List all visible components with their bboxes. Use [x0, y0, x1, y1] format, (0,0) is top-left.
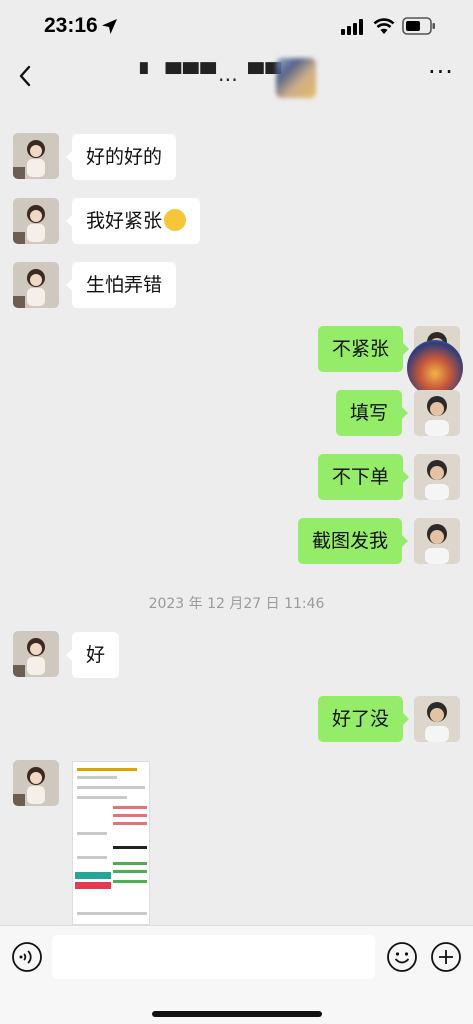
user-avatar[interactable]	[414, 518, 460, 564]
message-text: 不下单	[332, 466, 390, 488]
plus-icon[interactable]	[430, 941, 462, 973]
message-bubble[interactable]: 不下单	[318, 454, 410, 500]
message-text: 好	[86, 644, 106, 666]
contact-avatar[interactable]	[13, 760, 59, 806]
message-timestamp: 2023 年 12 月27 日 11:46	[148, 596, 325, 612]
message-bubble[interactable]: 好的好的	[65, 134, 177, 180]
user-avatar[interactable]	[414, 390, 460, 436]
contact-avatar[interactable]	[13, 133, 59, 179]
chat-title-text: ▘ ▀▀▀… ▀▀	[140, 62, 283, 86]
status-time: 23:16	[44, 14, 98, 37]
message-text: 截图发我	[312, 530, 389, 552]
message-text: 填写	[350, 402, 389, 424]
message-bubble[interactable]: 不紧张	[318, 326, 410, 372]
chat-input-bar	[0, 925, 473, 1024]
user-avatar[interactable]	[414, 454, 460, 500]
message-bubble[interactable]: 截图发我	[298, 518, 409, 564]
sticker-image	[407, 340, 463, 396]
message-bubble[interactable]: 好	[65, 632, 120, 678]
message-bubble[interactable]: 我好紧张	[65, 198, 201, 244]
grinning-sweat-emoji	[164, 208, 187, 231]
contact-avatar[interactable]	[13, 631, 59, 677]
message-text: 好的好的	[86, 146, 163, 168]
title-avatar-blur	[276, 58, 316, 98]
contact-avatar[interactable]	[13, 262, 59, 308]
location-arrow-icon	[102, 19, 117, 34]
more-icon[interactable]: ···	[428, 60, 458, 90]
image-message-thumbnail[interactable]	[72, 761, 150, 925]
back-chevron-icon[interactable]	[14, 62, 36, 90]
status-bar: 23:16	[0, 0, 473, 54]
voice-icon[interactable]	[11, 941, 43, 973]
home-indicator	[152, 1011, 322, 1017]
message-text: 生怕弄错	[86, 274, 163, 296]
battery-icon	[402, 17, 435, 35]
message-text: 不紧张	[332, 338, 390, 360]
contact-avatar[interactable]	[13, 198, 59, 244]
message-input[interactable]	[52, 935, 375, 979]
wifi-icon	[373, 18, 395, 34]
emoji-icon[interactable]	[386, 941, 418, 973]
message-bubble[interactable]: 填写	[336, 390, 409, 436]
user-avatar[interactable]	[414, 696, 460, 742]
message-text: 我好紧张	[86, 210, 163, 232]
message-text: 好了没	[332, 708, 390, 730]
message-bubble[interactable]: 生怕弄错	[65, 262, 177, 308]
chat-title: ▘ ▀▀▀… ▀▀	[140, 58, 350, 98]
signal-icon	[341, 19, 363, 35]
chat-header: ▘ ▀▀▀… ▀▀ ···	[0, 54, 473, 100]
message-bubble[interactable]: 好了没	[318, 696, 410, 742]
